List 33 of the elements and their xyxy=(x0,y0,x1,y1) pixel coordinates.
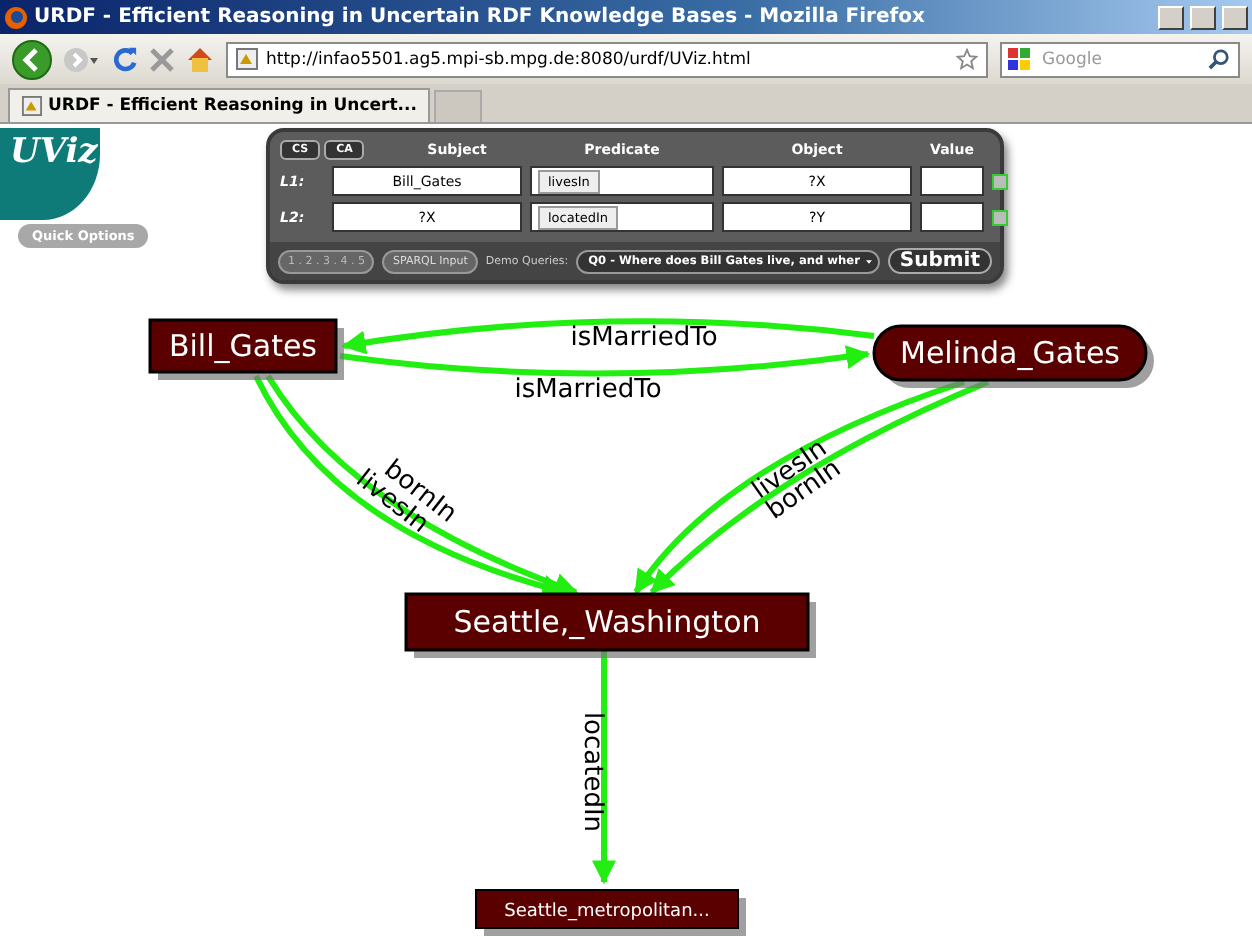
row-checkbox[interactable] xyxy=(992,209,1008,225)
address-field[interactable]: http://infao5501.ag5.mpi-sb.mpg.de:8080/urdf/UViz.html xyxy=(226,41,988,77)
value-field[interactable] xyxy=(920,202,984,232)
graph-node[interactable] xyxy=(148,318,344,380)
graph-node[interactable] xyxy=(404,592,816,658)
edge-label: isMarriedTo xyxy=(514,375,662,406)
edge-label: isMarriedTo xyxy=(570,323,718,354)
value-field[interactable] xyxy=(920,166,984,196)
maximize-button[interactable] xyxy=(1190,5,1216,29)
search-icon[interactable] xyxy=(1208,48,1230,70)
edge-label: locatedIn xyxy=(576,711,607,833)
close-button[interactable] xyxy=(1222,5,1248,29)
app-logo: UViz xyxy=(0,128,100,220)
node-label: Seattle_metropolitan... xyxy=(504,901,710,922)
caret-icon xyxy=(865,255,872,267)
node-label: Seattle,_Washington xyxy=(453,604,761,641)
forward-icon[interactable] xyxy=(64,45,100,73)
row-checkbox[interactable] xyxy=(992,173,1008,189)
back-icon[interactable] xyxy=(12,39,52,79)
star-icon[interactable] xyxy=(956,48,978,70)
node-label: Melinda_Gates xyxy=(900,335,1120,372)
minimize-button[interactable] xyxy=(1158,5,1184,29)
submit-button[interactable]: Submit xyxy=(887,248,992,274)
page-icon xyxy=(236,48,258,70)
graph-node[interactable] xyxy=(872,324,1154,388)
reload-icon[interactable] xyxy=(112,46,138,72)
page-icon xyxy=(22,96,42,116)
home-icon[interactable] xyxy=(186,46,214,72)
graph-node[interactable] xyxy=(475,889,746,936)
search-field[interactable]: Google xyxy=(1000,41,1240,77)
window-title: URDF - Efficient Reasoning in Uncertain RDF Knowledge Bases - Mozilla Firefox xyxy=(34,6,927,28)
browser-tab[interactable]: URDF - Efficient Reasoning in Uncert... xyxy=(8,88,431,122)
node-label: Bill_Gates xyxy=(168,328,318,365)
